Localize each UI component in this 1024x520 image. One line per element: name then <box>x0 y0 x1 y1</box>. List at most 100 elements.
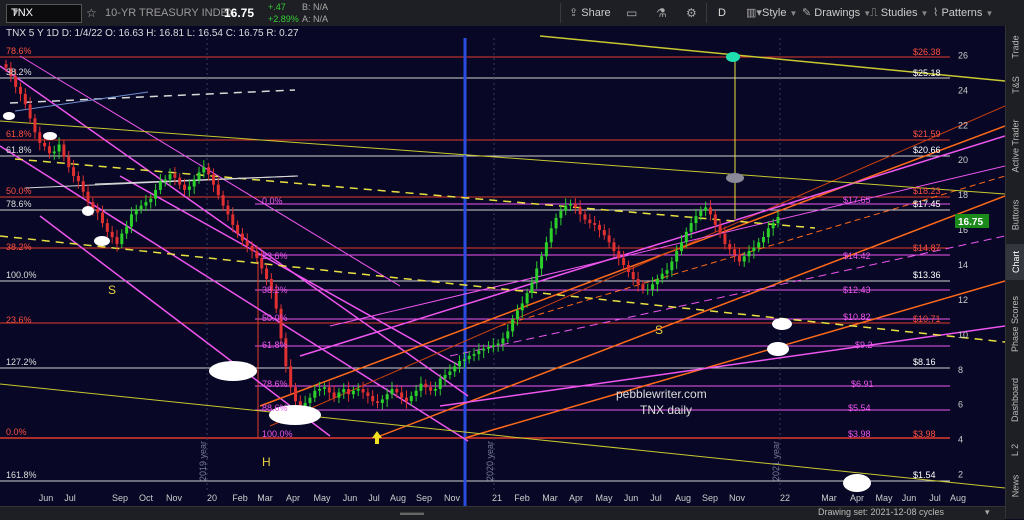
fib-label: 100.0% <box>262 429 293 439</box>
candle-body <box>520 303 524 311</box>
tab-time-and-sales[interactable]: T&S <box>1006 68 1024 102</box>
candle-body <box>602 230 606 236</box>
candle-body <box>168 174 172 180</box>
candle-body <box>607 235 611 243</box>
candle-body <box>255 251 259 259</box>
print-icon[interactable]: ▭ <box>626 0 637 26</box>
drawings-button[interactable]: ✎ Drawings ▼ <box>802 0 871 26</box>
y-tick-label: 8 <box>958 365 963 375</box>
candle-body <box>467 355 471 360</box>
candle-body <box>409 395 413 402</box>
candle-body <box>67 156 71 168</box>
candle-body <box>752 247 756 252</box>
x-tick-label: Nov <box>166 493 183 503</box>
chevron-down-icon[interactable]: ▾ <box>985 507 990 518</box>
candle-body <box>371 395 375 402</box>
toolbar-divider <box>706 3 707 23</box>
studies-button[interactable]: ⎍ Studies ▼ <box>870 0 928 26</box>
candle-body <box>636 278 640 285</box>
candle-body <box>337 392 341 398</box>
candle-body <box>313 390 317 398</box>
candle-body <box>110 231 114 238</box>
tab-chart[interactable]: Chart <box>1006 244 1024 280</box>
candle-body <box>18 86 22 94</box>
candle-body <box>115 237 119 245</box>
candle-body <box>192 179 196 187</box>
candle-body <box>14 76 18 87</box>
candle-body <box>569 203 573 206</box>
candle-body <box>776 216 780 224</box>
right-sidebar: Trade T&S Active Trader Buttons Chart Ph… <box>1005 26 1024 519</box>
studies-icon: ⎍ <box>870 7 878 19</box>
pivot-marker <box>843 474 871 492</box>
candle-body <box>766 228 770 238</box>
candle-body <box>236 224 240 234</box>
tab-news[interactable]: News <box>1006 468 1024 504</box>
price-chart[interactable]: TNX 5 Y 1D D: 1/4/22 O: 16.63 H: 16.81 L… <box>0 26 1006 506</box>
x-tick-label: Jun <box>343 493 358 503</box>
tab-level-2[interactable]: L 2 <box>1006 436 1024 464</box>
tab-trade[interactable]: Trade <box>1006 30 1024 64</box>
last-price-tag-text: 16.75 <box>958 217 983 228</box>
share-button[interactable]: ⇪ Share <box>569 0 611 26</box>
fib-label: 78.6% <box>262 379 288 389</box>
candle-body <box>443 375 447 379</box>
symbol-input[interactable]: TNX ▼ <box>6 4 82 23</box>
fib-label: 88.6% <box>262 403 288 413</box>
candle-body <box>86 191 90 203</box>
studies-label: Studies <box>880 7 918 19</box>
gear-icon[interactable]: ⚙ <box>686 0 697 26</box>
candle-body <box>332 392 336 398</box>
fib-label: 61.8% <box>6 145 32 155</box>
scroll-handle[interactable]: ▬▬▬ <box>400 508 424 517</box>
level-label: $9.2 <box>855 340 873 350</box>
candle-body <box>404 397 408 402</box>
candle-body <box>588 219 592 224</box>
candle-body <box>757 242 761 248</box>
y-tick-label: 18 <box>958 190 968 200</box>
tab-dashboard[interactable]: Dashboard <box>1006 368 1024 432</box>
candle-body <box>737 254 741 262</box>
candle-body <box>424 383 428 388</box>
candle-body <box>178 177 182 185</box>
tab-buttons[interactable]: Buttons <box>1006 190 1024 240</box>
x-tick-label: Mar <box>542 493 558 503</box>
period-selector[interactable]: D <box>718 0 726 26</box>
flask-icon[interactable]: ⚗ <box>656 0 667 26</box>
y-tick-label: 14 <box>958 260 968 270</box>
candle-body <box>675 251 679 262</box>
tab-active-trader[interactable]: Active Trader <box>1006 106 1024 186</box>
star-icon[interactable]: ☆ <box>86 0 97 26</box>
fib-label: 78.6% <box>6 46 32 56</box>
candle-body <box>530 282 534 293</box>
style-button[interactable]: Style ▼ <box>762 0 797 26</box>
toolbar-divider <box>560 3 561 23</box>
x-tick-label: 22 <box>780 493 790 503</box>
candle-body <box>221 195 225 206</box>
candle-body <box>294 387 297 402</box>
candle-body <box>655 278 659 285</box>
candle-body <box>207 167 211 175</box>
instrument-description: 10-YR TREASURY INDEX <box>105 7 236 19</box>
x-tick-label: Jun <box>39 493 54 503</box>
candle-body <box>708 207 712 215</box>
candle-body <box>250 245 254 252</box>
fib-label: 23.6% <box>6 315 32 325</box>
chart-type-icon[interactable]: ▥▾ <box>746 0 762 26</box>
candle-body <box>554 217 558 229</box>
patterns-button[interactable]: ⌇ Patterns ▼ <box>933 0 993 26</box>
chart-canvas[interactable]: TNX 5 Y 1D D: 1/4/22 O: 16.63 H: 16.81 L… <box>0 26 1006 506</box>
tab-label: Dashboard <box>1010 377 1021 423</box>
tab-phase-scores[interactable]: Phase Scores <box>1006 284 1024 364</box>
candle-body <box>390 388 394 395</box>
candle-body <box>351 390 355 395</box>
candle-body <box>704 207 708 211</box>
candle-body <box>23 93 27 105</box>
pivot-marker <box>772 318 792 330</box>
year-marker: 2021 year <box>771 441 781 481</box>
y-tick-label: 24 <box>958 85 968 95</box>
candle-body <box>47 146 51 154</box>
chevron-down-icon: ▼ <box>11 7 20 17</box>
candle-body <box>361 388 365 393</box>
candle-body <box>347 388 351 395</box>
